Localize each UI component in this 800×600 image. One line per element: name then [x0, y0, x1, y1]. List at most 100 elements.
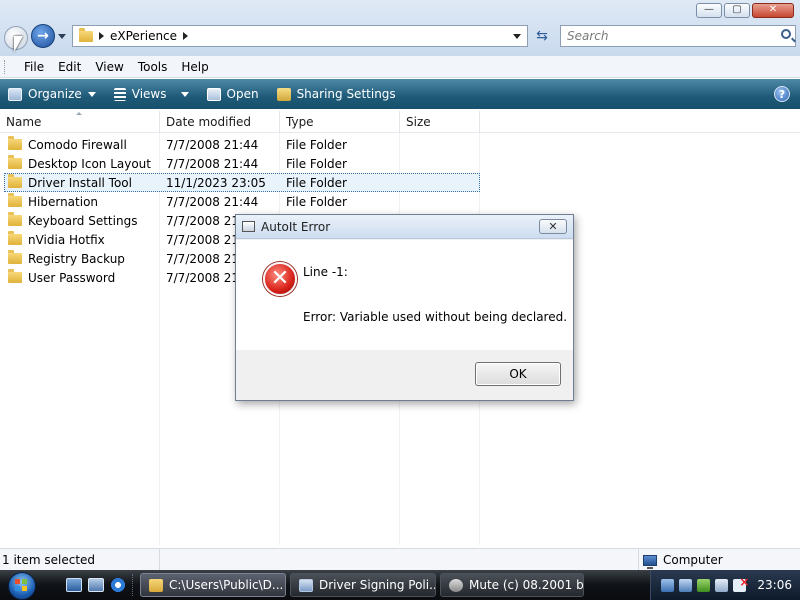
organize-icon	[8, 87, 22, 101]
open-button[interactable]: Open	[206, 87, 259, 101]
taskbar-item-label: C:\Users\Public\D...	[169, 578, 284, 592]
address-bar-area: — ▢ ✕ → eXPerience ⇆ Search	[0, 0, 800, 56]
zone-label: Computer	[663, 553, 723, 567]
tray-security-icon[interactable]	[697, 578, 711, 592]
views-button[interactable]: Views	[113, 87, 189, 101]
start-button[interactable]	[0, 570, 40, 600]
forward-arrow-icon[interactable]: →	[31, 24, 55, 48]
toolbar-grip	[4, 59, 7, 74]
window-controls: — ▢ ✕	[696, 3, 794, 18]
switch-windows-icon[interactable]	[88, 578, 104, 592]
folder-icon	[8, 155, 22, 169]
network-icon[interactable]	[715, 578, 729, 592]
menu-help[interactable]: Help	[174, 60, 215, 74]
mouse-pointer-icon	[14, 36, 23, 52]
address-path[interactable]: eXPerience	[110, 29, 177, 43]
file-row[interactable]: Comodo Firewall 7/7/2008 21:44 File Fold…	[0, 135, 800, 154]
file-type: File Folder	[286, 156, 347, 171]
column-type-label: Type	[286, 115, 314, 129]
folder-icon	[79, 27, 93, 42]
chevron-right-icon[interactable]	[183, 32, 189, 40]
menu-view[interactable]: View	[88, 60, 130, 74]
minimize-button[interactable]: —	[696, 3, 722, 18]
column-name[interactable]: Name	[0, 111, 160, 133]
column-headers: Name Date modified Type Size	[0, 111, 800, 133]
open-icon	[206, 87, 221, 101]
file-name: User Password	[28, 270, 116, 285]
internet-explorer-icon[interactable]	[110, 578, 126, 592]
help-icon[interactable]: ?	[774, 86, 790, 102]
chevron-down-icon	[180, 91, 189, 97]
file-name: Keyboard Settings	[28, 213, 138, 228]
file-date: 7/7/2008 21:44	[166, 194, 259, 209]
menu-file[interactable]: File	[17, 60, 51, 74]
sort-arrow-icon	[76, 112, 82, 115]
refresh-icon[interactable]: ⇆	[530, 25, 554, 47]
quick-launch	[66, 578, 126, 592]
taskbar-mute-button[interactable]: Mute (c) 08.2001 b...	[440, 573, 584, 597]
search-icon[interactable]	[781, 29, 791, 39]
chevron-right-icon[interactable]	[99, 32, 104, 40]
file-row[interactable]: Desktop Icon Layout 7/7/2008 21:44 File …	[0, 154, 800, 173]
file-date: 7/7/2008 21:44	[166, 137, 259, 152]
column-size[interactable]: Size	[400, 111, 480, 133]
taskbar-driver-signing-button[interactable]: Driver Signing Poli...	[290, 573, 436, 597]
windows-logo-icon	[15, 579, 27, 591]
column-date[interactable]: Date modified	[160, 111, 280, 133]
clock[interactable]: 23:06	[757, 578, 792, 592]
show-desktop-icon[interactable]	[66, 578, 82, 592]
folder-icon	[8, 269, 22, 283]
selection-status: 1 item selected	[0, 548, 160, 571]
search-input[interactable]: Search	[560, 25, 796, 47]
file-row[interactable]: Hibernation 7/7/2008 21:44 File Folder	[0, 192, 800, 211]
sharing-settings-button[interactable]: Sharing Settings	[276, 87, 396, 101]
error-icon: ✕	[263, 262, 297, 296]
command-bar: Organize Views Open Sharing Settings ?	[0, 79, 800, 109]
organize-button[interactable]: Organize	[8, 87, 96, 101]
maximize-button[interactable]: ▢	[724, 3, 750, 18]
column-size-label: Size	[406, 115, 431, 129]
address-dropdown-icon[interactable]	[513, 34, 521, 39]
chevron-down-icon	[87, 91, 96, 97]
close-button[interactable]: ✕	[752, 3, 794, 18]
file-row-selected[interactable]: Driver Install Tool 11/1/2023 23:05 File…	[0, 173, 800, 192]
views-icon	[113, 87, 126, 101]
application-icon	[299, 578, 313, 592]
volume-muted-icon[interactable]	[733, 575, 749, 592]
folder-icon	[8, 174, 22, 188]
tray-app-icon[interactable]	[661, 578, 675, 592]
address-bar[interactable]: eXPerience	[72, 25, 528, 47]
sharing-label: Sharing Settings	[296, 87, 396, 101]
file-name: Driver Install Tool	[28, 175, 132, 190]
folder-icon	[8, 250, 22, 264]
taskbar-explorer-button[interactable]: C:\Users\Public\D...	[140, 573, 286, 597]
taskbar-item-label: Driver Signing Poli...	[319, 578, 436, 592]
error-line: Line -1:	[303, 265, 348, 279]
ok-button[interactable]: OK	[475, 362, 561, 386]
column-name-label: Name	[6, 115, 42, 129]
dialog-body: ✕ Line -1: Error: Variable used without …	[236, 240, 573, 350]
menu-bar: File Edit View Tools Help	[0, 56, 800, 78]
file-date: 7/7/2008 21:44	[166, 156, 259, 171]
recent-pages-dropdown-icon[interactable]	[58, 34, 66, 39]
mute-app-icon	[449, 578, 463, 592]
error-dialog: AutoIt Error ✕ ✕ Line -1: Error: Variabl…	[235, 214, 574, 401]
taskbar-separator	[132, 574, 134, 596]
file-name: Desktop Icon Layout	[28, 156, 151, 171]
organize-label: Organize	[28, 87, 82, 101]
folder-icon	[8, 193, 22, 207]
tray-app-icon[interactable]	[679, 578, 693, 592]
column-date-label: Date modified	[166, 115, 252, 129]
taskbar-item-label: Mute (c) 08.2001 b...	[469, 578, 584, 592]
menu-edit[interactable]: Edit	[51, 60, 88, 74]
file-type: File Folder	[286, 137, 347, 152]
column-type[interactable]: Type	[280, 111, 400, 133]
taskbar: C:\Users\Public\D... Driver Signing Poli…	[0, 570, 800, 600]
folder-icon	[149, 578, 163, 592]
error-message: Error: Variable used without being decla…	[303, 310, 568, 324]
dialog-title: AutoIt Error	[261, 219, 331, 234]
dialog-close-button[interactable]: ✕	[539, 219, 567, 234]
folder-icon	[8, 231, 22, 245]
dialog-titlebar[interactable]: AutoIt Error	[236, 215, 573, 239]
menu-tools[interactable]: Tools	[131, 60, 175, 74]
